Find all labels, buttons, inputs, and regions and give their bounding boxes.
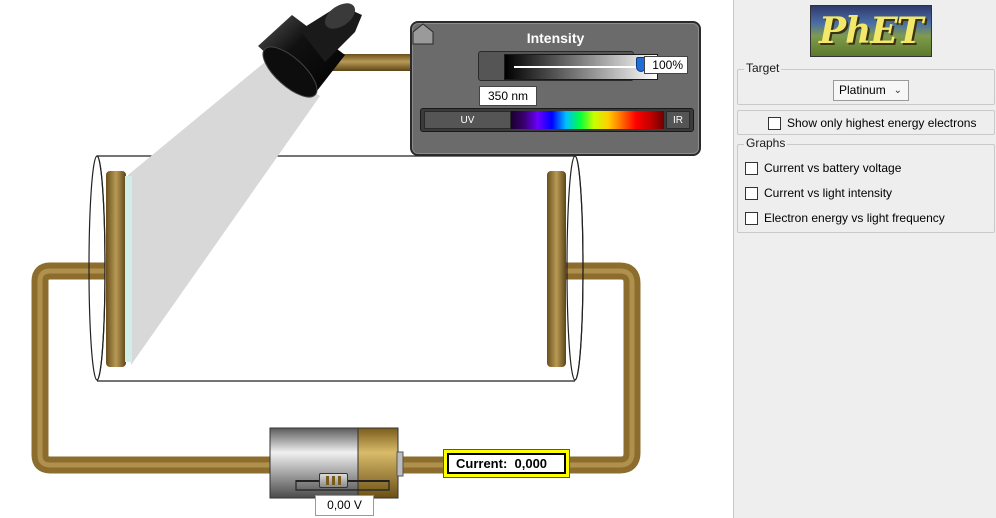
graph-option-row[interactable]: Current vs battery voltage (745, 161, 901, 175)
wavelength-slider-knob[interactable] (412, 23, 434, 45)
intensity-value-field[interactable]: 100% (644, 56, 688, 74)
graph-option-label: Electron energy vs light frequency (764, 211, 945, 225)
intensity-slider-rail (514, 66, 642, 68)
highest-energy-option: Show only highest energy electrons (737, 110, 995, 135)
light-beam (128, 62, 320, 365)
phet-logo[interactable]: PhET (810, 5, 932, 57)
graph-option-row[interactable]: Current vs light intensity (745, 186, 892, 200)
voltage-readout: 0,00 V (315, 495, 374, 516)
light-control-panel: Intensity 100% 350 nm UV IR (410, 21, 701, 156)
target-plate-surface (125, 176, 132, 362)
voltage-slider-knob[interactable] (319, 473, 348, 488)
graph-option-row[interactable]: Electron energy vs light frequency (745, 211, 945, 225)
control-panel: PhET Target Platinum ⌄ Show only highest… (733, 0, 996, 518)
visible-spectrum (524, 111, 664, 129)
collector-plate (547, 171, 566, 367)
current-readout-text: Current: 0,000 (447, 453, 566, 474)
target-dropdown-value: Platinum (839, 83, 886, 97)
highest-energy-checkbox-row[interactable]: Show only highest energy electrons (768, 116, 976, 130)
graph-option-label: Current vs battery voltage (764, 161, 902, 175)
current-meter: Current: 0,000 (443, 449, 570, 478)
wavelength-spectrum-slider[interactable]: UV IR (420, 108, 694, 132)
target-group: Target Platinum ⌄ (737, 61, 995, 105)
chevron-down-icon: ⌄ (893, 85, 902, 96)
target-group-title: Target (744, 61, 782, 75)
grip-mark (332, 476, 335, 485)
wavelength-value-field[interactable]: 350 nm (479, 86, 537, 106)
ir-band: IR (666, 111, 690, 129)
current-vs-intensity-checkbox[interactable] (745, 186, 758, 200)
grip-mark (326, 476, 329, 485)
target-plate (106, 171, 126, 367)
graphs-group-title: Graphs (744, 136, 788, 150)
intensity-title: Intensity (526, 30, 585, 46)
phet-logo-text: PhET (819, 10, 923, 52)
target-dropdown[interactable]: Platinum ⌄ (833, 80, 909, 101)
uv-visible-transition (511, 111, 524, 129)
uv-band: UV (424, 111, 511, 129)
phet-photoelectric-app: 0,00 V Current: 0,000 Intensity 100% 350… (0, 0, 996, 518)
graph-option-label: Current vs light intensity (764, 186, 893, 200)
highest-energy-checkbox[interactable] (768, 116, 781, 130)
highest-energy-label: Show only highest energy electrons (787, 116, 977, 130)
energy-vs-frequency-checkbox[interactable] (745, 211, 758, 225)
current-vs-voltage-checkbox[interactable] (745, 161, 758, 175)
simulation-canvas: 0,00 V Current: 0,000 Intensity 100% 350… (0, 0, 733, 518)
battery-terminal (396, 451, 404, 477)
right-wire (398, 262, 641, 474)
grip-mark (338, 476, 341, 485)
graphs-group: Graphs Current vs battery voltage Curren… (737, 136, 995, 233)
